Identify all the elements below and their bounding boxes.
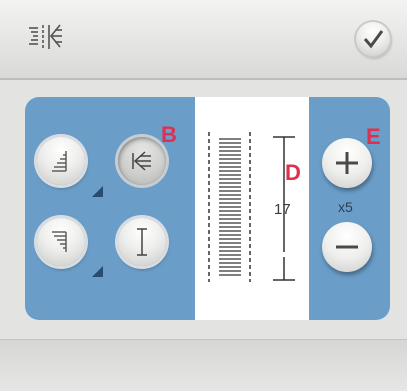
toolbar-divider [0,78,407,80]
narrow-left-button[interactable] [37,137,85,185]
stitch-length-icon [137,228,147,256]
adjust-multiplier: x5 [338,199,353,215]
submenu-indicator [92,186,103,197]
narrow-left-icon [52,151,67,172]
decrease-button[interactable] [322,222,372,272]
minus-icon [336,245,358,249]
narrow-right-icon [52,231,67,252]
stitch-preview [195,97,309,320]
narrow-right-button[interactable] [37,218,85,266]
window: x5 17 B D E [0,0,407,391]
mirror-icon [132,151,151,171]
stitch-length-button[interactable] [118,218,166,266]
callout-b: B [161,122,177,147]
confirm-button[interactable] [356,22,390,56]
stitch-length-value: 17 [274,201,291,218]
stitch-preview-graphic [208,132,295,282]
mirror-side-to-side-icon[interactable] [26,22,86,52]
callout-e: E [366,124,381,149]
top-toolbar [0,0,407,78]
checkmark-icon [363,30,384,49]
increase-button[interactable] [322,138,372,188]
mirror-button[interactable] [118,137,166,185]
submenu-indicator [92,266,103,277]
bottom-bar [0,340,407,391]
callout-d: D [285,160,301,185]
plus-icon [336,152,358,174]
